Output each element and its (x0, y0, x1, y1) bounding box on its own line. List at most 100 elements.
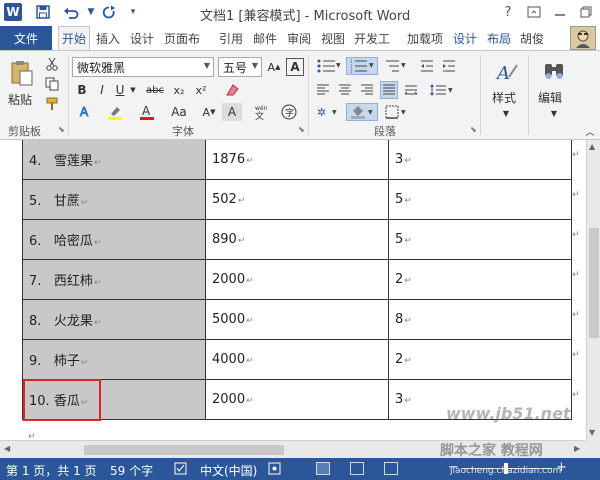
count-cell[interactable]: 3↵ (388, 140, 572, 180)
ribbon-display-icon[interactable] (522, 2, 546, 22)
font-size-combo[interactable]: 五号 ▼ (218, 57, 262, 77)
page-indicator[interactable]: 第 1 页，共 1 页 (6, 462, 97, 479)
web-layout-view-icon[interactable] (384, 462, 398, 475)
minimize-icon[interactable] (548, 2, 572, 22)
count-cell[interactable]: 5↵ (388, 179, 572, 220)
tab-home[interactable]: 开始 (58, 26, 90, 50)
paste-icon[interactable] (8, 57, 36, 89)
scroll-thumb[interactable] (84, 445, 284, 455)
scroll-down-icon[interactable]: ▼ (589, 428, 595, 437)
name-cell[interactable]: 7. 西红柿↵ (22, 259, 206, 300)
value-cell[interactable]: 5000↵ (205, 299, 389, 340)
subscript-button[interactable]: x₂ (170, 81, 188, 99)
count-cell[interactable]: 2↵ (388, 339, 572, 380)
count-cell[interactable]: 8↵ (388, 299, 572, 340)
editing-dropdown-icon[interactable]: ▼ (544, 107, 564, 119)
read-mode-view-icon[interactable] (350, 462, 364, 475)
value-cell[interactable]: 1876↵ (205, 140, 389, 180)
multilevel-list-icon[interactable]: ▼ (382, 57, 410, 75)
user-name[interactable]: 胡俊 (520, 30, 544, 47)
document-page[interactable]: 4. 雪莲果↵ 1876↵ 3↵ 5. 甘蔗↵ 502↵ 5↵ 6. 哈密瓜↵ … (0, 140, 586, 440)
justify-icon[interactable] (380, 81, 398, 99)
value-cell[interactable]: 502↵ (205, 179, 389, 220)
chinese-layout-icon[interactable]: ✲ ▼ (314, 103, 344, 121)
name-cell[interactable]: 8. 火龙果↵ (22, 299, 206, 340)
styles-icon[interactable]: A (488, 57, 524, 87)
value-cell[interactable]: 890↵ (205, 219, 389, 260)
text-effect-icon[interactable]: A (74, 103, 96, 121)
tab-view[interactable]: 视图 (318, 26, 348, 50)
proofing-icon[interactable] (174, 462, 188, 478)
tab-file[interactable]: 文件 (0, 26, 52, 50)
tab-developer[interactable]: 开发工 (351, 26, 393, 50)
shrink-font-icon[interactable]: A ▼ (200, 103, 218, 121)
underline-dropdown-icon[interactable]: ▼ (128, 81, 138, 99)
tab-design[interactable]: 设计 (127, 26, 157, 50)
word-logo-icon[interactable]: W (4, 3, 22, 21)
restore-icon[interactable] (574, 2, 598, 22)
clear-format-icon[interactable] (222, 81, 242, 99)
grow-font-icon[interactable]: A ▲ (265, 58, 283, 76)
help-icon[interactable]: ? (496, 2, 520, 22)
value-cell[interactable]: 4000↵ (205, 339, 389, 380)
paragraph-launcher-icon[interactable]: ⬊ (470, 125, 477, 134)
print-layout-view-icon[interactable] (316, 462, 330, 475)
word-count[interactable]: 59 个字 (110, 462, 153, 479)
name-cell[interactable]: 9. 柿子↵ (22, 339, 206, 380)
tab-insert[interactable]: 插入 (93, 26, 123, 50)
distributed-icon[interactable] (402, 81, 420, 99)
find-icon[interactable] (536, 57, 572, 87)
save-icon[interactable] (34, 3, 52, 21)
value-cell[interactable]: 2000↵ (205, 379, 389, 420)
cut-icon[interactable] (42, 55, 62, 73)
shading-icon[interactable]: ▼ (346, 103, 378, 121)
clipboard-launcher-icon[interactable]: ⬊ (58, 125, 65, 134)
char-border-button[interactable]: A (286, 58, 304, 76)
tab-mailings[interactable]: 邮件 (250, 26, 280, 50)
borders-icon[interactable]: ▼ (382, 103, 412, 121)
count-cell[interactable]: 2↵ (388, 259, 572, 300)
highlight-color-icon[interactable] (104, 103, 126, 121)
tab-review[interactable]: 审阅 (284, 26, 314, 50)
scroll-thumb[interactable] (589, 228, 599, 338)
count-cell[interactable]: 5↵ (388, 219, 572, 260)
scroll-left-icon[interactable]: ◀ (4, 444, 10, 453)
format-painter-icon[interactable] (42, 95, 62, 113)
redo-icon[interactable] (100, 3, 118, 21)
tab-table-design[interactable]: 设计 (450, 26, 480, 50)
decrease-indent-icon[interactable] (418, 57, 436, 75)
tab-references[interactable]: 引用 (216, 26, 246, 50)
enclose-char-icon[interactable]: 字 (278, 103, 300, 121)
name-cell[interactable]: 6. 哈密瓜↵ (22, 219, 206, 260)
scroll-right-icon[interactable]: ▶ (574, 444, 580, 453)
name-cell[interactable]: 4. 雪莲果↵ (22, 140, 206, 180)
line-spacing-icon[interactable]: ▼ (426, 81, 456, 99)
language-indicator[interactable]: 中文(中国) (200, 462, 257, 479)
editing-button[interactable]: 编辑 (538, 89, 562, 106)
name-cell[interactable]: 5. 甘蔗↵ (22, 179, 206, 220)
change-case-button[interactable]: Aa (168, 103, 190, 121)
increase-indent-icon[interactable] (440, 57, 458, 75)
copy-icon[interactable] (42, 75, 62, 93)
bullets-icon[interactable]: ▼ (314, 57, 344, 75)
align-right-icon[interactable] (358, 81, 376, 99)
align-left-icon[interactable] (314, 81, 332, 99)
customize-toolbar-icon[interactable]: ▾ (124, 3, 142, 21)
phonetic-guide-icon[interactable]: wén 文 (250, 103, 272, 121)
tab-table-layout[interactable]: 布局 (484, 26, 514, 50)
scroll-up-icon[interactable]: ▲ (589, 142, 595, 151)
align-center-icon[interactable] (336, 81, 354, 99)
value-cell[interactable]: 2000↵ (205, 259, 389, 300)
tab-page-layout[interactable]: 页面布 (161, 26, 203, 50)
styles-dropdown-icon[interactable]: ▼ (496, 107, 516, 119)
paste-button[interactable]: 粘贴 (8, 91, 32, 108)
bold-button[interactable]: B (74, 81, 90, 99)
italic-button[interactable]: I (94, 81, 110, 99)
styles-button[interactable]: 样式 (492, 89, 516, 106)
superscript-button[interactable]: x² (192, 81, 210, 99)
collapse-ribbon-icon[interactable]: ︿ (584, 125, 596, 138)
font-color-icon[interactable]: A (136, 103, 158, 121)
font-launcher-icon[interactable]: ⬊ (298, 125, 305, 134)
font-name-combo[interactable]: 微软雅黑 ▼ (72, 57, 214, 77)
underline-button[interactable]: U (112, 81, 128, 99)
